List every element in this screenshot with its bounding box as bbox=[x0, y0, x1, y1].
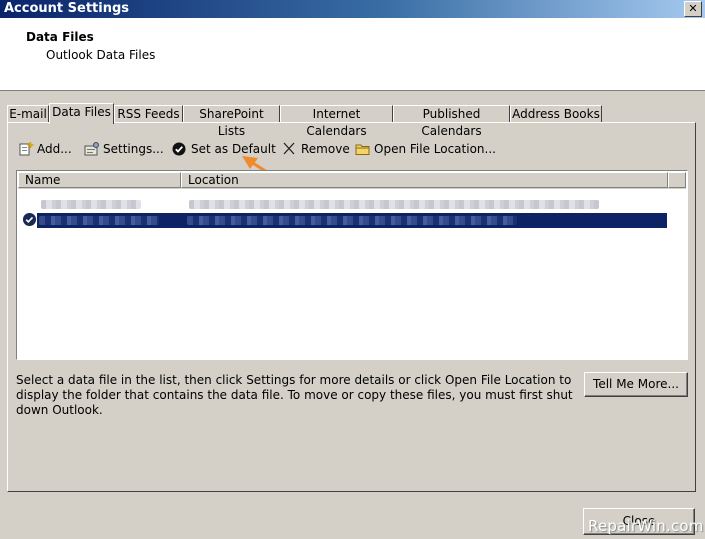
tab-sharepoint-lists[interactable]: SharePoint Lists bbox=[183, 105, 280, 138]
page-subtitle: Outlook Data Files bbox=[46, 48, 156, 62]
list-item[interactable] bbox=[21, 198, 681, 212]
help-description: Select a data file in the list, then cli… bbox=[16, 373, 573, 417]
remove-label: Remove bbox=[301, 142, 350, 156]
header-panel: Data Files Outlook Data Files bbox=[0, 18, 705, 91]
tab-data-files[interactable]: Data Files bbox=[49, 103, 114, 124]
tell-me-more-button[interactable]: Tell Me More... bbox=[584, 372, 688, 397]
column-header-location[interactable]: Location bbox=[181, 172, 668, 188]
column-header-filler bbox=[668, 172, 686, 188]
checkmark-icon bbox=[172, 142, 186, 156]
settings-icon bbox=[84, 142, 99, 156]
close-icon: ✕ bbox=[688, 2, 698, 15]
settings-button[interactable]: Settings... bbox=[84, 140, 164, 158]
tab-email[interactable]: E-mail bbox=[7, 105, 49, 123]
redacted-name bbox=[39, 216, 159, 225]
window-title: Account Settings bbox=[4, 1, 130, 16]
watermark-text: RepairWin.com bbox=[588, 517, 704, 535]
settings-label: Settings... bbox=[103, 142, 164, 156]
redacted-name bbox=[41, 200, 141, 209]
data-files-list[interactable]: Name Location bbox=[16, 170, 688, 360]
open-file-location-button[interactable]: Open File Location... bbox=[355, 140, 496, 158]
remove-button[interactable]: Remove bbox=[282, 140, 350, 158]
tab-rss-feeds[interactable]: RSS Feeds bbox=[114, 105, 183, 123]
list-header: Name Location bbox=[18, 172, 686, 189]
add-label: Add... bbox=[37, 142, 72, 156]
redacted-location bbox=[187, 216, 517, 225]
tab-address-books[interactable]: Address Books bbox=[510, 105, 602, 123]
title-bar: Account Settings ✕ bbox=[0, 0, 705, 18]
tab-internet-calendars[interactable]: Internet Calendars bbox=[280, 105, 393, 138]
tab-published-calendars[interactable]: Published Calendars bbox=[393, 105, 510, 138]
folder-icon bbox=[355, 144, 370, 155]
open-file-location-label: Open File Location... bbox=[374, 142, 496, 156]
page-title: Data Files bbox=[26, 30, 94, 44]
close-window-button[interactable]: ✕ bbox=[684, 1, 702, 17]
default-check-icon bbox=[23, 213, 36, 226]
add-file-icon bbox=[19, 142, 34, 156]
redacted-location bbox=[189, 200, 599, 209]
column-header-name[interactable]: Name bbox=[18, 172, 181, 188]
add-button[interactable]: Add... bbox=[18, 140, 72, 158]
list-item-selected[interactable] bbox=[37, 213, 667, 228]
